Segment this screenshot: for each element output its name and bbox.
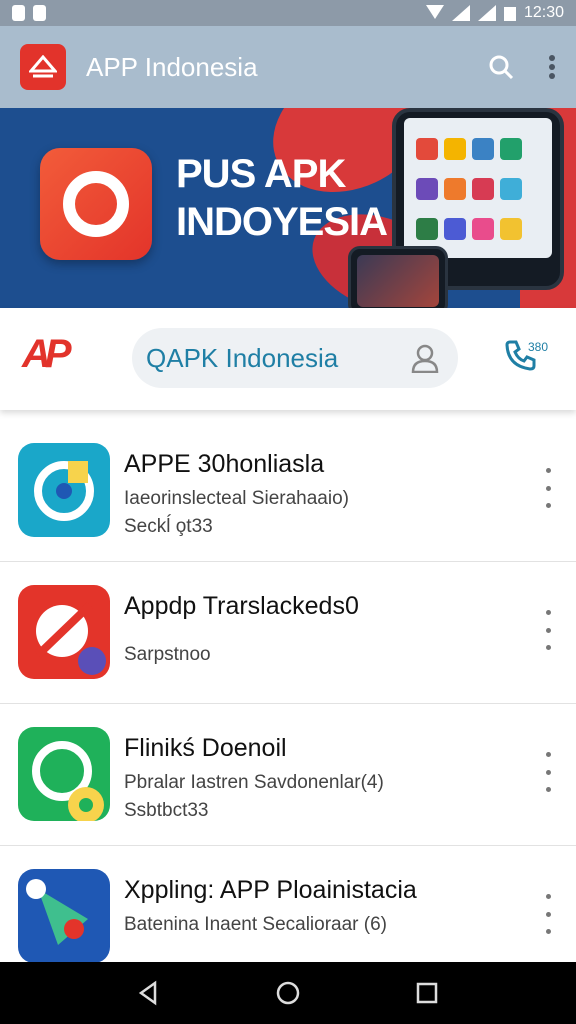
app-icon bbox=[18, 869, 110, 963]
more-vert-icon[interactable] bbox=[540, 468, 556, 508]
system-nav-bar bbox=[0, 962, 576, 1024]
list-item[interactable]: Flinikś Doenoil Pbralar Iastren Savdonen… bbox=[0, 704, 576, 846]
search-input[interactable]: QAPK Indonesia bbox=[132, 328, 458, 388]
battery-icon bbox=[503, 7, 516, 21]
app-meta: Ssbtbct33 bbox=[124, 800, 209, 821]
search-row: AP QAPK Indonesia bbox=[0, 308, 576, 410]
app-name: Appdp Trarslackeds0 bbox=[124, 592, 359, 620]
promo-banner[interactable]: PUS APK INDOYESIA bbox=[0, 108, 576, 308]
app-meta: Seckĺ o̧t33 bbox=[124, 516, 213, 537]
more-vert-icon[interactable] bbox=[548, 54, 556, 80]
app-description: Batenina Inaent Secalioraar (6) bbox=[124, 914, 387, 935]
phone-number: 380 bbox=[528, 340, 549, 354]
cell-icon bbox=[477, 5, 496, 21]
more-vert-icon[interactable] bbox=[540, 610, 556, 650]
user-icon[interactable] bbox=[410, 343, 440, 373]
app-icon bbox=[18, 727, 110, 821]
app-name: Flinikś Doenoil bbox=[124, 734, 287, 762]
app-name: APPE 30honliasla bbox=[124, 450, 325, 478]
wifi-icon bbox=[451, 5, 470, 21]
app-icon bbox=[18, 443, 110, 537]
app-name: Xppling: APP Ploainistacia bbox=[124, 876, 417, 904]
app-list: APPE 30honliasla Iaeorinslecteal Sieraha… bbox=[0, 420, 576, 988]
notification-icon bbox=[33, 5, 46, 21]
app-description: Pbralar Iastren Savdonenlar(4) bbox=[124, 772, 384, 793]
app-description: Sarpstnoo bbox=[124, 644, 211, 665]
app-toolbar: APP Indonesia bbox=[0, 26, 576, 108]
more-vert-icon[interactable] bbox=[540, 752, 556, 792]
notification-icon bbox=[12, 5, 25, 21]
banner-app-icon bbox=[40, 148, 152, 260]
app-description: Iaeorinslecteal Sierahaaio) bbox=[124, 488, 349, 509]
ap-logo[interactable]: AP bbox=[22, 332, 88, 392]
search-query: QAPK Indonesia bbox=[146, 342, 339, 373]
home-icon[interactable] bbox=[275, 980, 301, 1006]
more-vert-icon[interactable] bbox=[540, 894, 556, 934]
status-bar: 12:30 bbox=[0, 0, 576, 26]
list-item[interactable]: Appdp Trarslackeds0 Sarpstnoo bbox=[0, 562, 576, 704]
list-item[interactable]: APPE 30honliasla Iaeorinslecteal Sieraha… bbox=[0, 420, 576, 562]
back-icon[interactable] bbox=[137, 980, 161, 1006]
app-logo-icon[interactable] bbox=[20, 44, 66, 90]
banner-title: PUS APK INDOYESIA bbox=[176, 152, 388, 244]
recents-icon[interactable] bbox=[415, 981, 439, 1005]
app-icon bbox=[18, 585, 110, 679]
phone-illustration-small bbox=[348, 246, 448, 308]
signal-icon bbox=[425, 5, 444, 19]
page-title: APP Indonesia bbox=[86, 51, 258, 82]
search-icon[interactable] bbox=[488, 54, 514, 80]
clock: 12:30 bbox=[523, 4, 564, 21]
